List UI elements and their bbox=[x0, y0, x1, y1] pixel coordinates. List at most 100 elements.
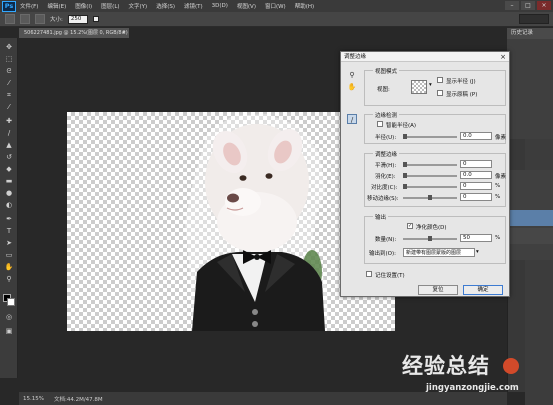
refine-radius-brush-icon[interactable]: / bbox=[347, 114, 357, 124]
brush-icon[interactable] bbox=[20, 14, 30, 24]
output-group: 输出 ✓ 净化颜色(D) 数量(N): 50 % 输出到(O): 新建带有图层蒙… bbox=[364, 213, 506, 264]
amount-slider-thumb[interactable] bbox=[428, 236, 432, 241]
healing-brush-tool-icon[interactable]: ✚ bbox=[4, 116, 14, 126]
menu-edit[interactable]: 编辑(E) bbox=[47, 2, 66, 10]
clone-stamp-tool-icon[interactable]: ▲ bbox=[4, 140, 14, 150]
eraser-tool-icon[interactable]: ◆ bbox=[4, 164, 14, 174]
dialog-titlebar: 调整边缘 × bbox=[341, 52, 509, 62]
view-mode-thumbnail[interactable] bbox=[411, 80, 427, 94]
document-info: 文档:44.2M/47.8M bbox=[53, 396, 103, 403]
zoom-level[interactable]: 15.15% bbox=[23, 396, 44, 402]
refine-edge-dialog: 调整边缘 × ⚲ ✋ / 视图模式 视图: ▾ 显示半径 (J) 显示原稿 (P… bbox=[340, 51, 510, 297]
shift-edge-slider-thumb[interactable] bbox=[428, 195, 432, 200]
zoom-tool-icon[interactable]: ⚲ bbox=[4, 274, 14, 284]
dialog-close-button[interactable]: × bbox=[500, 52, 506, 62]
watermark-url: jingyanzongjie.com bbox=[426, 383, 519, 393]
shape-tool-icon[interactable]: ▭ bbox=[4, 250, 14, 260]
reset-button[interactable]: 复位 bbox=[418, 285, 458, 295]
history-panel-tab[interactable]: 历史记录 bbox=[507, 28, 553, 39]
contrast-unit: % bbox=[495, 183, 501, 189]
smooth-label: 平滑(H): bbox=[375, 163, 397, 169]
adjust-edge-title: 调整边缘 bbox=[373, 150, 400, 158]
background-color-swatch[interactable] bbox=[7, 298, 15, 306]
shift-edge-field[interactable]: 0 bbox=[460, 193, 492, 201]
pen-tool-icon[interactable]: ✒ bbox=[4, 214, 14, 224]
move-tool-icon[interactable]: ✥ bbox=[4, 42, 14, 52]
show-original-label: 显示原稿 (P) bbox=[446, 92, 478, 98]
history-brush-tool-icon[interactable]: ↺ bbox=[4, 152, 14, 162]
ok-button[interactable]: 确定 bbox=[463, 285, 503, 295]
smart-radius-label: 智能半径(A) bbox=[386, 123, 417, 129]
view-dropdown-icon[interactable]: ▾ bbox=[429, 82, 432, 88]
document-tab[interactable]: 506227481.jpg @ 15.2%(图层 0, RGB/8#) × bbox=[19, 28, 129, 38]
quick-mask-icon[interactable]: ◎ bbox=[4, 312, 14, 322]
shift-edge-unit: % bbox=[495, 194, 501, 200]
size-field[interactable]: 250 bbox=[67, 14, 88, 24]
path-selection-tool-icon[interactable]: ➤ bbox=[4, 238, 14, 248]
show-original-checkbox[interactable] bbox=[437, 90, 443, 96]
feather-field[interactable]: 0.0 bbox=[460, 171, 492, 179]
shift-edge-label: 移动边缘(S): bbox=[367, 196, 399, 202]
radius-slider-track[interactable] bbox=[403, 136, 457, 138]
close-window-button[interactable]: × bbox=[537, 1, 551, 10]
screen-mode-icon[interactable]: ▣ bbox=[4, 326, 14, 336]
decontaminate-checkbox[interactable]: ✓ bbox=[407, 223, 413, 229]
smooth-slider-thumb[interactable] bbox=[403, 162, 407, 167]
eyedropper-tool-icon[interactable]: ⁄ bbox=[4, 102, 14, 112]
dodge-tool-icon[interactable]: ◐ bbox=[4, 200, 14, 210]
smooth-field[interactable]: 0 bbox=[460, 160, 492, 168]
view-label: 视图: bbox=[377, 87, 390, 93]
hand-tool-icon[interactable]: ✋ bbox=[4, 262, 14, 272]
marquee-tool-icon[interactable]: ⬚ bbox=[4, 54, 14, 64]
menu-select[interactable]: 选择(S) bbox=[156, 2, 175, 10]
contrast-slider-thumb[interactable] bbox=[403, 184, 407, 189]
type-tool-icon[interactable]: T bbox=[4, 226, 14, 236]
edge-detection-group: 边缘检测 智能半径(A) 半径(U): 0.0 像素 bbox=[364, 111, 506, 144]
menu-bar: Ps 文件(F) 编辑(E) 图像(I) 图层(L) 文字(Y) 选择(S) 滤… bbox=[0, 0, 553, 12]
gradient-tool-icon[interactable]: ▬ bbox=[4, 176, 14, 186]
contrast-field[interactable]: 0 bbox=[460, 182, 492, 190]
remember-settings-label: 记住设置(T) bbox=[375, 273, 405, 279]
menu-filter[interactable]: 滤镜(T) bbox=[184, 2, 203, 10]
output-to-label: 输出到(O): bbox=[369, 251, 396, 257]
menu-image[interactable]: 图像(I) bbox=[75, 2, 92, 10]
menu-3d[interactable]: 3D(D) bbox=[212, 3, 228, 9]
minimize-button[interactable]: – bbox=[505, 1, 519, 10]
smart-radius-checkbox[interactable] bbox=[377, 121, 383, 127]
eraser-icon[interactable] bbox=[35, 14, 45, 24]
contrast-label: 对比度(C): bbox=[371, 185, 398, 191]
contrast-slider-track[interactable] bbox=[403, 186, 457, 188]
lasso-tool-icon[interactable]: ᘓ bbox=[4, 66, 14, 76]
zoom-icon[interactable]: ⚲ bbox=[347, 70, 357, 80]
amount-field[interactable]: 50 bbox=[460, 234, 492, 242]
menu-layer[interactable]: 图层(L) bbox=[101, 2, 119, 10]
output-to-select[interactable]: 新建带有图层蒙版的图层 bbox=[403, 248, 475, 257]
brush-tool-icon[interactable]: / bbox=[4, 128, 14, 138]
refine-radius-tool-icon[interactable] bbox=[5, 14, 15, 24]
output-title: 输出 bbox=[373, 213, 389, 221]
hand-icon[interactable]: ✋ bbox=[347, 82, 357, 92]
blur-tool-icon[interactable]: ● bbox=[4, 188, 14, 198]
show-radius-checkbox[interactable] bbox=[437, 77, 443, 83]
feather-slider-track[interactable] bbox=[403, 175, 457, 177]
menu-view[interactable]: 视图(V) bbox=[237, 2, 256, 10]
feather-slider-thumb[interactable] bbox=[403, 173, 407, 178]
remember-settings-checkbox[interactable] bbox=[366, 271, 372, 277]
layer-row[interactable] bbox=[507, 228, 553, 244]
crop-tool-icon[interactable]: ⌗ bbox=[4, 90, 14, 100]
radius-field[interactable]: 0.0 bbox=[460, 132, 492, 140]
size-label: 大小: bbox=[50, 17, 63, 23]
quick-select-tool-icon[interactable]: ⁄ bbox=[4, 78, 14, 88]
smooth-slider-track[interactable] bbox=[403, 164, 457, 166]
menu-window[interactable]: 窗口(W) bbox=[265, 2, 286, 10]
menu-help[interactable]: 帮助(H) bbox=[295, 2, 314, 10]
menu-file[interactable]: 文件(F) bbox=[20, 2, 38, 10]
workspace-select[interactable] bbox=[519, 14, 549, 24]
maximize-button[interactable]: □ bbox=[521, 1, 535, 10]
pressure-toggle[interactable] bbox=[92, 16, 99, 22]
radius-slider-thumb[interactable] bbox=[403, 134, 407, 139]
menu-type[interactable]: 文字(Y) bbox=[129, 2, 148, 10]
close-tab-icon[interactable]: × bbox=[122, 28, 126, 38]
layer-row-selected[interactable] bbox=[507, 210, 553, 226]
output-dropdown-icon[interactable]: ▾ bbox=[476, 249, 479, 255]
